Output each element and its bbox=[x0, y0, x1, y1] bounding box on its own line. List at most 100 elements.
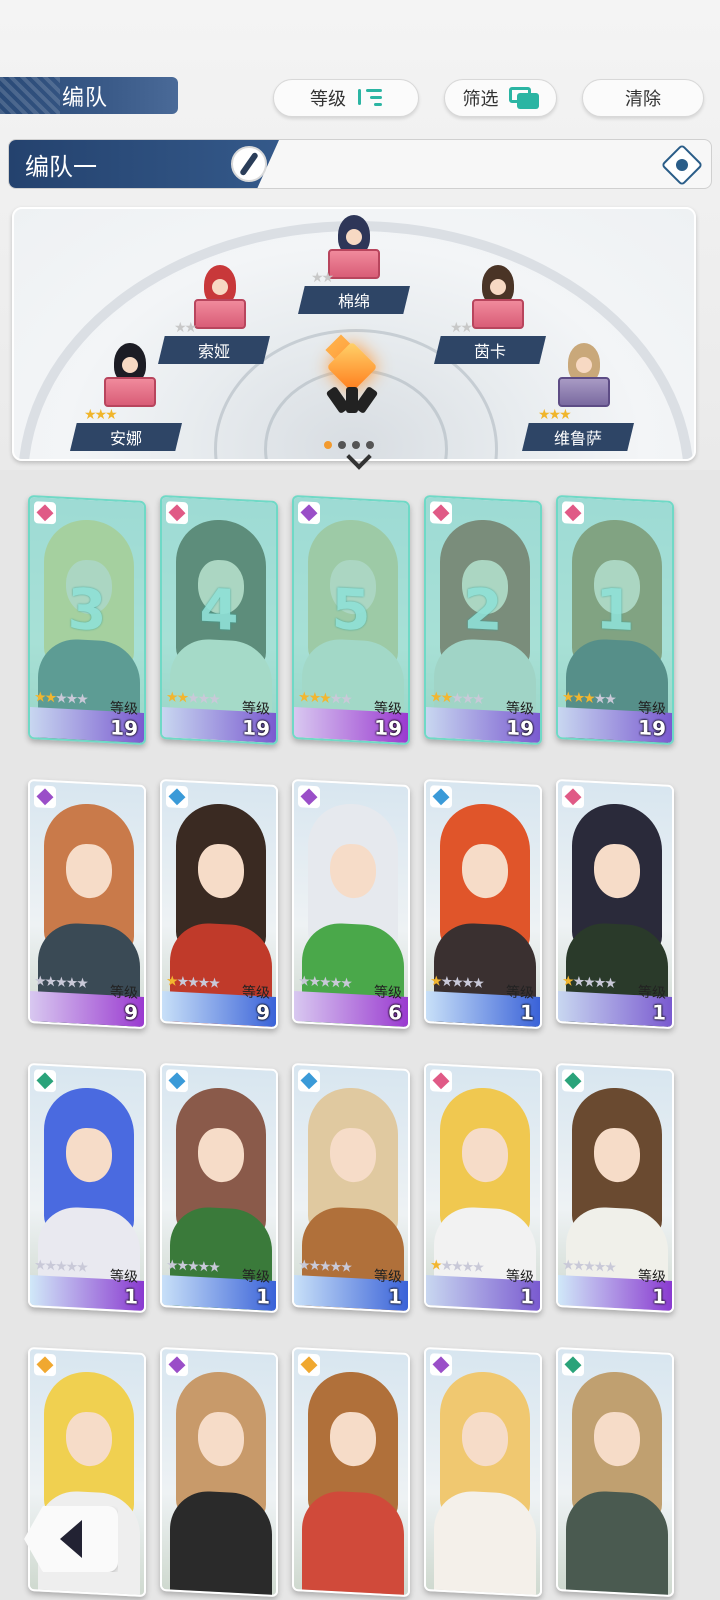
filter-button[interactable]: 筛选 bbox=[444, 79, 557, 117]
character-card[interactable]: 4 ★★★★★ 等级 19 bbox=[160, 494, 278, 746]
character-card[interactable]: ★★★★★ 等级 1 bbox=[160, 1062, 278, 1314]
level-value: 1 bbox=[652, 999, 666, 1025]
character-portrait bbox=[426, 1349, 540, 1598]
character-card[interactable]: ★★★★★ 等级 1 bbox=[556, 1062, 674, 1314]
card-footer: ★★★★★ 等级 1 bbox=[426, 1247, 540, 1311]
card-footer: ★★★★★ 等级 19 bbox=[558, 679, 672, 743]
purple-element-icon bbox=[298, 501, 320, 525]
level-value: 9 bbox=[256, 999, 270, 1025]
level-value: 19 bbox=[506, 715, 534, 741]
character-card[interactable]: ★★★★★ 等级 1 bbox=[292, 1062, 410, 1314]
character-portrait bbox=[558, 1349, 672, 1598]
card-footer: ★★★★★ 等级 19 bbox=[294, 679, 408, 743]
card-footer: ★★★★★ 等级 1 bbox=[558, 1247, 672, 1311]
character-card[interactable]: 2 ★★★★★ 等级 19 bbox=[424, 494, 542, 746]
formation-slot-4[interactable] bbox=[90, 327, 170, 407]
green-element-icon bbox=[562, 1069, 584, 1093]
star-rating: ★★★★★ bbox=[562, 689, 615, 708]
character-card[interactable]: 1 ★★★★★ 等级 19 bbox=[556, 494, 674, 746]
character-card[interactable] bbox=[160, 1346, 278, 1598]
star-rating: ★★★★★ bbox=[34, 689, 87, 708]
blue-element-icon bbox=[430, 785, 452, 809]
card-footer: ★★★★★ 等级 19 bbox=[162, 679, 276, 743]
sort-label: 等级 bbox=[310, 89, 346, 110]
character-card[interactable]: ★★★★★ 等级 1 bbox=[556, 778, 674, 1030]
pink-element-icon bbox=[34, 501, 56, 525]
member-stars: ★★ bbox=[311, 270, 334, 286]
character-card[interactable]: ★★★★★ 等级 9 bbox=[160, 778, 278, 1030]
character-roster: 3 ★★★★★ 等级 19 4 ★★★★★ 等级 19 5 ★★★★★ 等级 19 2 ★★★★★ 等级 19… bbox=[0, 470, 720, 1600]
chevron-down-icon[interactable] bbox=[341, 452, 375, 470]
character-card[interactable]: ★★★★★ 等级 1 bbox=[28, 1062, 146, 1314]
member-stars: ★★ bbox=[450, 320, 473, 336]
team-slot-number: 3 bbox=[67, 576, 107, 645]
page-indicator bbox=[324, 441, 374, 449]
character-card[interactable]: ★★★★★ 等级 9 bbox=[28, 778, 146, 1030]
star-rating: ★★★★★ bbox=[298, 1257, 351, 1276]
clear-button[interactable]: 清除 bbox=[582, 79, 704, 117]
pink-element-icon bbox=[430, 501, 452, 525]
pink-element-icon bbox=[562, 785, 584, 809]
card-footer: ★★★★★ 等级 1 bbox=[558, 963, 672, 1027]
character-card[interactable]: ★★★★★ 等级 6 bbox=[292, 778, 410, 1030]
formation-slot-5[interactable] bbox=[544, 327, 624, 407]
star-rating: ★★★★★ bbox=[166, 1257, 219, 1276]
pedestal bbox=[194, 299, 246, 329]
sort-descending-icon bbox=[356, 87, 382, 109]
card-footer: ★★★★★ 等级 19 bbox=[30, 679, 144, 743]
character-card[interactable]: ★★★★★ 等级 1 bbox=[424, 778, 542, 1030]
star-rating: ★★★★★ bbox=[166, 689, 219, 708]
page-title: 编队 bbox=[0, 77, 178, 114]
filter-label: 筛选 bbox=[462, 89, 499, 110]
star-rating: ★★★★★ bbox=[34, 973, 87, 992]
back-button[interactable] bbox=[24, 1506, 118, 1572]
member-name-plate: 安娜 bbox=[70, 423, 182, 451]
level-value: 1 bbox=[520, 1283, 534, 1309]
star-rating: ★★★★★ bbox=[562, 973, 615, 992]
purple-element-icon bbox=[166, 1353, 188, 1377]
formation-slot-1[interactable] bbox=[314, 209, 394, 279]
character-card[interactable] bbox=[424, 1346, 542, 1598]
star-rating: ★★★★★ bbox=[430, 689, 483, 708]
character-portrait bbox=[162, 1349, 276, 1598]
team-toggle-icon[interactable] bbox=[660, 143, 704, 187]
level-value: 6 bbox=[388, 999, 402, 1025]
pink-element-icon bbox=[430, 1069, 452, 1093]
page-dot[interactable] bbox=[324, 441, 332, 449]
pedestal bbox=[558, 377, 610, 407]
card-footer: ★★★★★ 等级 1 bbox=[162, 1247, 276, 1311]
level-value: 1 bbox=[124, 1283, 138, 1309]
character-card[interactable]: 5 ★★★★★ 等级 19 bbox=[292, 494, 410, 746]
page-dot[interactable] bbox=[366, 441, 374, 449]
character-card[interactable] bbox=[292, 1346, 410, 1598]
sort-level-button[interactable]: 等级 bbox=[273, 79, 419, 117]
star-rating: ★★★★★ bbox=[34, 1257, 87, 1276]
card-footer: ★★★★★ 等级 9 bbox=[162, 963, 276, 1027]
card-footer: ★★★★★ 等级 9 bbox=[30, 963, 144, 1027]
green-element-icon bbox=[562, 1353, 584, 1377]
purple-element-icon bbox=[430, 1353, 452, 1377]
level-value: 1 bbox=[256, 1283, 270, 1309]
edit-team-name-button[interactable] bbox=[231, 146, 267, 182]
level-value: 1 bbox=[520, 999, 534, 1025]
blue-element-icon bbox=[298, 1069, 320, 1093]
blue-element-icon bbox=[166, 785, 188, 809]
character-card[interactable] bbox=[556, 1346, 674, 1598]
formation-slot-3[interactable] bbox=[458, 249, 538, 329]
star-rating: ★★★★★ bbox=[430, 973, 483, 992]
member-stars: ★★ bbox=[174, 320, 197, 336]
pedestal bbox=[328, 249, 380, 279]
team-selector-bar[interactable]: 编队一 bbox=[8, 139, 712, 189]
top-area: 编队 等级 筛选 清除 编队一 ★★ 棉绵 ★★ 索娅 ★★ 茵卡 ★★★ 安娜… bbox=[0, 0, 720, 470]
formation-stage: ★★ 棉绵 ★★ 索娅 ★★ 茵卡 ★★★ 安娜 ★★★ 维鲁萨 bbox=[12, 207, 696, 461]
character-card[interactable]: ★★★★★ 等级 1 bbox=[424, 1062, 542, 1314]
level-value: 19 bbox=[242, 715, 270, 741]
character-card[interactable]: 3 ★★★★★ 等级 19 bbox=[28, 494, 146, 746]
team-slot-number: 1 bbox=[595, 576, 635, 645]
team-slot-number: 2 bbox=[463, 576, 503, 645]
formation-slot-2[interactable] bbox=[180, 249, 260, 329]
purple-element-icon bbox=[34, 785, 56, 809]
pedestal bbox=[104, 377, 156, 407]
page-dot[interactable] bbox=[338, 441, 346, 449]
star-rating: ★★★★★ bbox=[298, 973, 351, 992]
